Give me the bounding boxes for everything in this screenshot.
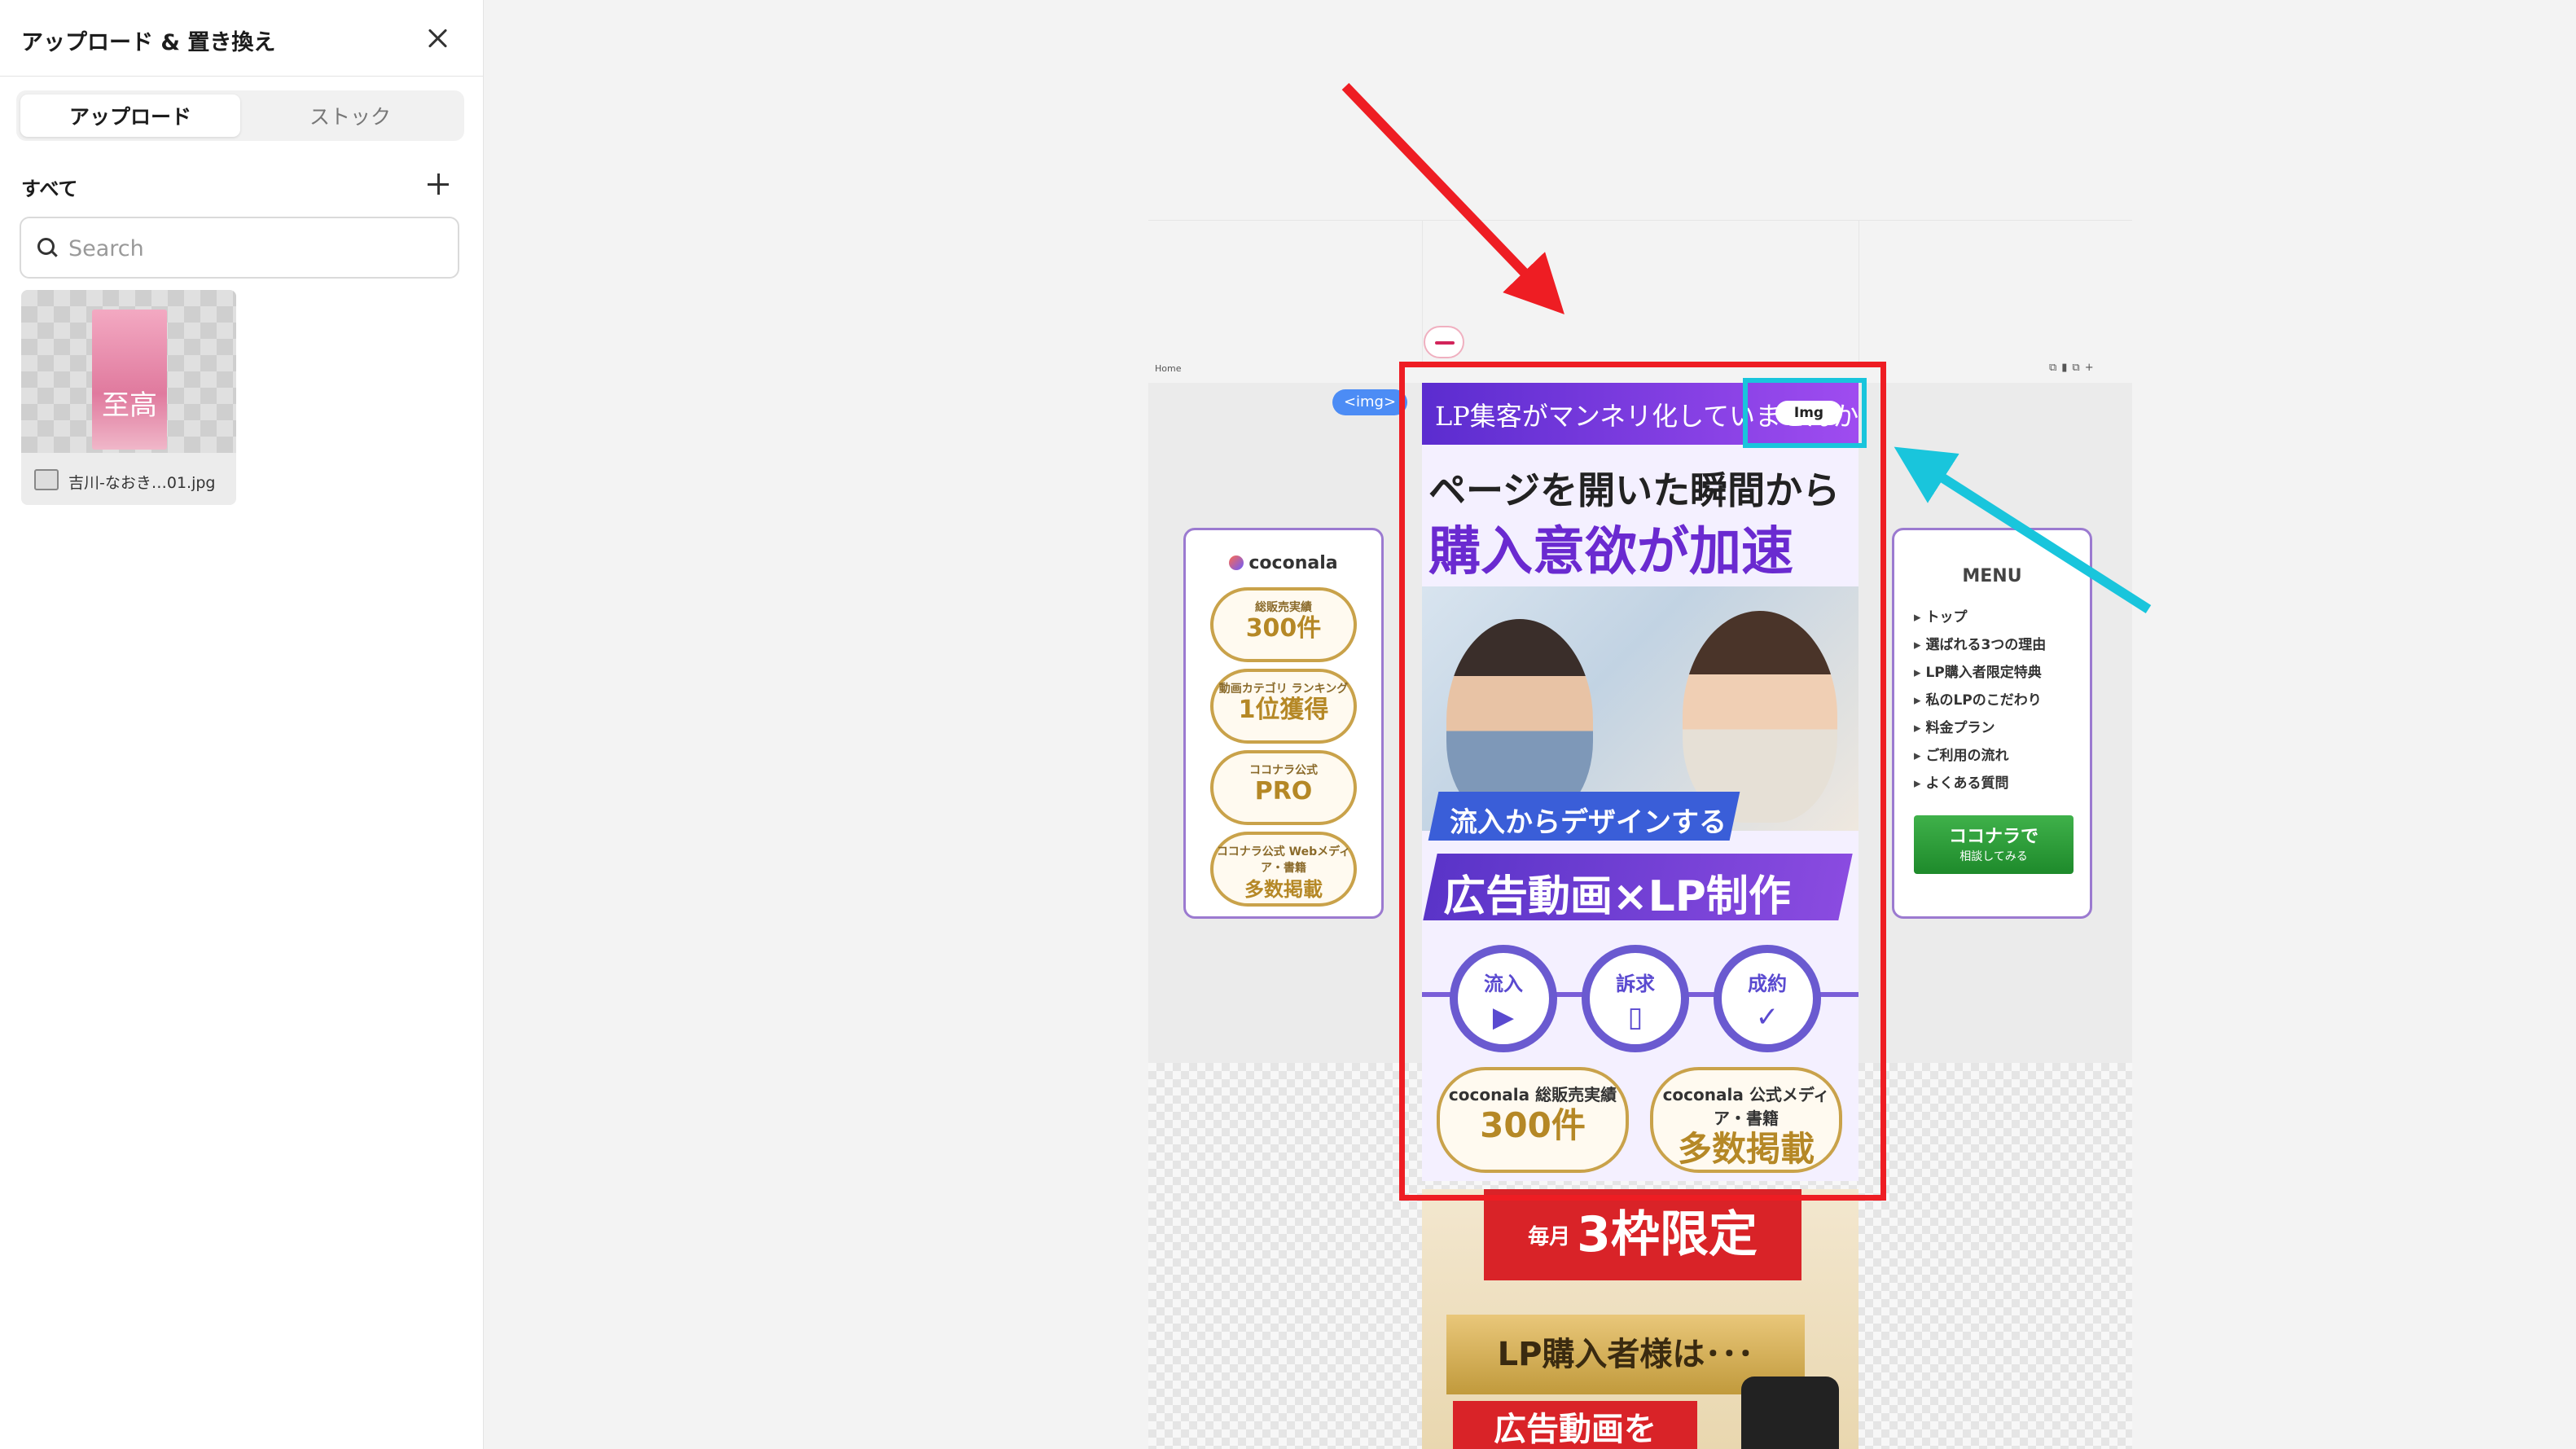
- add-icon[interactable]: [425, 171, 451, 197]
- img-chip-button[interactable]: Img: [1775, 401, 1842, 425]
- section-label-all: すべて: [21, 178, 78, 200]
- frame-label[interactable]: Home: [1155, 363, 1181, 374]
- limited-slots-banner: 毎月 3枠限定: [1484, 1189, 1801, 1280]
- asset-thumbnail: 至高: [21, 290, 236, 453]
- frame-tool-icons[interactable]: ⧉▮⧉+: [2049, 362, 2099, 374]
- menu-item[interactable]: LP購入者限定特典: [1914, 661, 2046, 688]
- menu-title: MENU: [1962, 566, 2022, 586]
- upload-replace-panel: アップロード & 置き換え アップロード ストック すべて 至高 吉川-なおき……: [0, 0, 484, 1449]
- limit-small-text: 毎月: [1528, 1225, 1571, 1250]
- menu-item[interactable]: よくある質問: [1914, 771, 2046, 799]
- award-value: PRO: [1254, 777, 1313, 806]
- award-badge: ココナラ公式 PRO: [1210, 750, 1357, 825]
- awards-side-card: coconala 総販売実績 300件 動画カテゴリ ランキング 1位獲得 ココナラ…: [1183, 528, 1384, 919]
- img-element-tag[interactable]: <img>: [1332, 389, 1407, 415]
- award-badge: 動画カテゴリ ランキング 1位獲得: [1210, 669, 1357, 744]
- menu-side-card: MENU トップ 選ばれる3つの理由 LP購入者限定特典 私のLPのこだわり 料…: [1892, 528, 2092, 919]
- layout-guide: [1422, 220, 1423, 367]
- brand-logo: coconala: [1186, 553, 1381, 573]
- award-badge: 総販売実績 300件: [1210, 587, 1357, 662]
- menu-item[interactable]: 料金プラン: [1914, 716, 2046, 744]
- menu-item[interactable]: 私のLPのこだわり: [1914, 688, 2046, 716]
- asset-preview-image: 至高: [92, 310, 167, 450]
- award-caption: ココナラ公式 Webメディア・書籍: [1216, 845, 1351, 875]
- asset-tile[interactable]: 至高 吉川-なおき…01.jpg: [21, 290, 236, 505]
- red-heading-bar: 広告動画を: [1453, 1401, 1697, 1449]
- asset-filename: 吉川-なおき…01.jpg: [68, 474, 216, 492]
- award-value: 多数掲載: [1244, 878, 1323, 901]
- consult-cta-button[interactable]: ココナラで 相談してみる: [1914, 815, 2074, 874]
- asset-preview-text: 至高: [102, 389, 157, 422]
- search-input[interactable]: [68, 233, 443, 264]
- close-icon[interactable]: [420, 21, 454, 55]
- phone-image: [1741, 1377, 1839, 1449]
- award-caption: 動画カテゴリ ランキング: [1218, 683, 1349, 696]
- limit-main-text: 3枠限定: [1577, 1206, 1758, 1263]
- award-caption: 総販売実績: [1255, 601, 1312, 614]
- cta-main-label: ココナラで: [1948, 827, 2038, 847]
- panel-header: アップロード & 置き換え: [0, 0, 484, 77]
- menu-item[interactable]: 選ばれる3つの理由: [1914, 633, 2046, 661]
- coconala-logo-icon: [1229, 555, 1244, 570]
- layout-guide: [1148, 220, 2132, 221]
- award-value: 1位獲得: [1238, 696, 1329, 724]
- search-box[interactable]: [20, 217, 459, 279]
- award-badge: ココナラ公式 Webメディア・書籍多数掲載: [1210, 832, 1357, 907]
- menu-list: トップ 選ばれる3つの理由 LP購入者限定特典 私のLPのこだわり 料金プラン …: [1914, 605, 2046, 799]
- panel-tabs: アップロード ストック: [16, 90, 464, 141]
- menu-item[interactable]: ご利用の流れ: [1914, 744, 2046, 771]
- image-file-icon: [34, 469, 59, 490]
- cta-sub-label: 相談してみる: [1959, 850, 2028, 863]
- tab-upload[interactable]: アップロード: [20, 94, 240, 137]
- tab-stock[interactable]: ストック: [240, 94, 460, 137]
- menu-item[interactable]: トップ: [1914, 605, 2046, 633]
- layout-guide: [1858, 220, 1859, 367]
- award-caption: ココナラ公式: [1249, 764, 1318, 777]
- red-selection-box: [1399, 362, 1886, 1201]
- element-handle-icon[interactable]: [1424, 326, 1464, 358]
- brand-name: coconala: [1249, 553, 1338, 573]
- search-icon: [37, 238, 57, 257]
- panel-title: アップロード & 置き換え: [21, 30, 276, 55]
- award-value: 300件: [1245, 614, 1322, 643]
